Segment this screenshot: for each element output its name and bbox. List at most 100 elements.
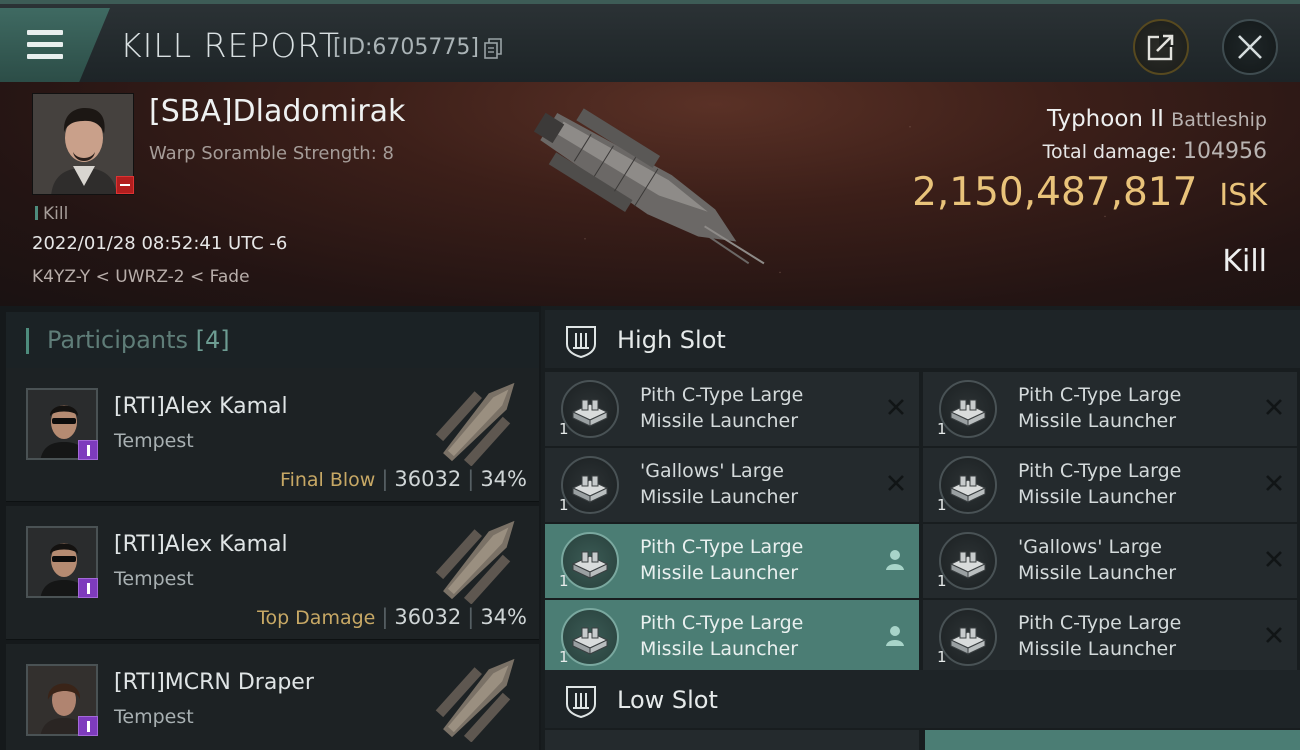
total-damage-label: Total damage:: [1042, 141, 1178, 163]
total-damage-value: 104956: [1183, 139, 1267, 164]
high-slot-label: High Slot: [617, 326, 726, 354]
report-result: Kill: [1222, 244, 1267, 279]
fitting-panel: High Slot 1 Pith C-Type Large Missile Laun…: [541, 306, 1300, 750]
module-quantity: 1: [559, 572, 569, 590]
fitted-module[interactable]: 1 Pith C-Type Large Missile Launcher: [923, 600, 1297, 674]
participant-ship-image: [435, 658, 515, 742]
fitted-module[interactable]: 1 Pith C-Type Large Missile Launcher: [923, 448, 1297, 522]
module-name-line: Pith C-Type Large: [1018, 460, 1182, 482]
dropped-icon: [886, 626, 904, 646]
missile-launcher-icon: [561, 380, 619, 438]
participant-stats: Final Blow | 36032 | 34%: [280, 467, 527, 491]
module-name: Pith C-Type Large Missile Launcher: [1018, 610, 1248, 662]
participant-ship: Tempest: [114, 430, 194, 452]
missile-launcher-icon: [561, 608, 619, 666]
total-damage: Total damage: 104956: [1043, 139, 1267, 164]
module-name-line: Pith C-Type Large: [1018, 384, 1182, 406]
victim-attribute: Warp Soramble Strength: 8: [149, 143, 394, 164]
destroyed-icon: [1266, 475, 1282, 491]
module-name: Pith C-Type Large Missile Launcher: [1018, 382, 1248, 434]
menu-icon-bar: [27, 54, 63, 59]
module-name-line: Missile Launcher: [1018, 638, 1177, 660]
module-name-line: Missile Launcher: [640, 410, 799, 432]
missile-launcher-icon: [939, 532, 997, 590]
participant-percent: 34%: [480, 467, 527, 491]
low-slot-module-partial[interactable]: [925, 730, 1300, 750]
top-bar: KILL REPORT [ID:6705775]: [0, 0, 1300, 82]
ship-type: Typhoon II: [1047, 106, 1164, 132]
victim-name[interactable]: [SBA]Dladomirak: [149, 94, 405, 129]
module-quantity: 1: [559, 648, 569, 666]
module-quantity: 1: [937, 648, 947, 666]
module-name-line: Pith C-Type Large: [1018, 612, 1182, 634]
victim-ship-name[interactable]: Typhoon II Battleship: [1047, 106, 1267, 132]
copy-icon[interactable]: [484, 38, 502, 60]
fitted-module[interactable]: 1 Pith C-Type Large Missile Launcher: [923, 372, 1297, 446]
module-name: Pith C-Type Large Missile Launcher: [640, 382, 870, 434]
isk-amount: 2,150,487,817: [912, 170, 1198, 215]
kill-timestamp: 2022/01/28 08:52:41 UTC -6: [32, 233, 288, 254]
missile-launcher-icon: [939, 380, 997, 438]
module-name-line: 'Gallows' Large: [640, 460, 784, 482]
module-name: Pith C-Type Large Missile Launcher: [640, 534, 870, 586]
module-name-line: Pith C-Type Large: [640, 536, 804, 558]
hostile-badge: [116, 176, 134, 194]
participant-label: Top Damage: [257, 607, 376, 629]
share-icon: [1147, 31, 1175, 61]
participants-panel: Participants [4] [RTI]Alex Kamal Tempest: [0, 306, 541, 750]
participant-name: [RTI]Alex Kamal: [114, 532, 288, 557]
module-name: 'Gallows' Large Missile Launcher: [640, 458, 870, 510]
module-name: Pith C-Type Large Missile Launcher: [1018, 458, 1248, 510]
menu-button[interactable]: [0, 8, 110, 82]
close-button[interactable]: [1222, 19, 1278, 75]
victim-banner: [SBA]Dladomirak Warp Soramble Strength: …: [0, 82, 1300, 306]
fitted-module[interactable]: 1 Pith C-Type Large Missile Launcher: [545, 524, 919, 598]
fitted-module[interactable]: 1 'Gallows' Large Missile Launcher: [923, 524, 1297, 598]
corp-badge: [78, 578, 98, 598]
high-slot-header[interactable]: High Slot: [545, 310, 1300, 368]
missile-launcher-icon: [561, 532, 619, 590]
close-icon: [1238, 35, 1262, 59]
module-quantity: 1: [937, 572, 947, 590]
participant-ship-image: [435, 382, 515, 466]
module-name-line: Missile Launcher: [640, 486, 799, 508]
module-name-line: Missile Launcher: [640, 638, 799, 660]
module-name-line: Missile Launcher: [1018, 486, 1177, 508]
participant-stats: Top Damage | 36032 | 34%: [257, 605, 527, 629]
victim-ship-image[interactable]: [510, 96, 790, 286]
low-slot-header[interactable]: Low Slot: [545, 670, 1300, 728]
destroyed-icon: [1266, 627, 1282, 643]
participant-damage: 36032: [394, 467, 462, 491]
module-name-line: Pith C-Type Large: [640, 612, 804, 634]
low-slot-module-partial[interactable]: [545, 730, 919, 750]
participants-header[interactable]: Participants [4]: [6, 312, 539, 368]
module-quantity: 1: [937, 496, 947, 514]
participant-row[interactable]: [RTI]MCRN Draper Tempest: [6, 644, 539, 750]
share-button[interactable]: [1133, 19, 1189, 75]
kill-location[interactable]: K4YZ-Y < UWRZ-2 < Fade: [32, 267, 250, 287]
page-title: KILL REPORT: [120, 26, 340, 65]
isk-value: 2,150,487,817 ISK: [912, 170, 1267, 215]
report-id: [ID:6705775]: [333, 35, 479, 60]
module-name-line: Missile Launcher: [640, 562, 799, 584]
participant-ship: Tempest: [114, 706, 194, 728]
module-name-line: 'Gallows' Large: [1018, 536, 1162, 558]
participant-row[interactable]: [RTI]Alex Kamal Tempest Final Blow | 36032…: [6, 368, 539, 502]
participants-count: [4]: [195, 326, 230, 354]
module-name-line: Pith C-Type Large: [640, 384, 804, 406]
ship-class: Battleship: [1171, 109, 1267, 131]
corp-badge: [78, 716, 98, 736]
participant-damage: 36032: [394, 605, 462, 629]
participant-ship-image: [435, 520, 515, 604]
low-slot-icon: [566, 686, 596, 718]
destroyed-icon: [1266, 551, 1282, 567]
fitted-module[interactable]: 1 Pith C-Type Large Missile Launcher: [545, 372, 919, 446]
module-quantity: 1: [559, 496, 569, 514]
participant-row[interactable]: [RTI]Alex Kamal Tempest Top Damage | 36032…: [6, 506, 539, 640]
fitted-module[interactable]: 1 'Gallows' Large Missile Launcher: [545, 448, 919, 522]
menu-icon-bar: [27, 30, 63, 35]
kill-tag: Kill: [35, 204, 68, 224]
fitted-module[interactable]: 1 Pith C-Type Large Missile Launcher: [545, 600, 919, 674]
participants-title: Participants [4]: [47, 326, 230, 354]
participant-name: [RTI]MCRN Draper: [114, 670, 314, 695]
